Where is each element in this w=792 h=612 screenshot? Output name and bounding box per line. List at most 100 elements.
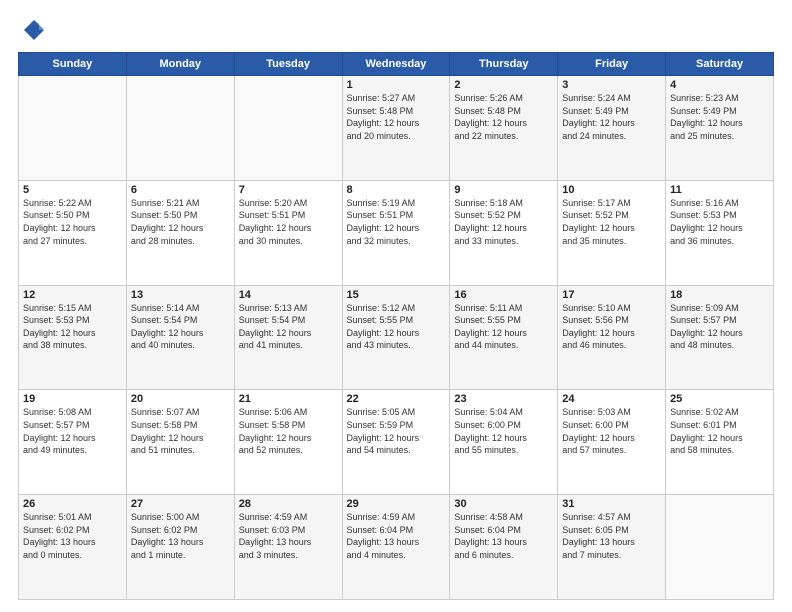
- calendar-cell: [666, 495, 774, 600]
- day-info: Sunrise: 5:21 AM Sunset: 5:50 PM Dayligh…: [131, 197, 230, 247]
- day-info: Sunrise: 5:23 AM Sunset: 5:49 PM Dayligh…: [670, 92, 769, 142]
- day-number: 28: [239, 498, 338, 510]
- calendar-cell: 13Sunrise: 5:14 AM Sunset: 5:54 PM Dayli…: [126, 285, 234, 390]
- day-number: 21: [239, 393, 338, 405]
- calendar-cell: 18Sunrise: 5:09 AM Sunset: 5:57 PM Dayli…: [666, 285, 774, 390]
- calendar-cell: 24Sunrise: 5:03 AM Sunset: 6:00 PM Dayli…: [558, 390, 666, 495]
- day-info: Sunrise: 5:13 AM Sunset: 5:54 PM Dayligh…: [239, 302, 338, 352]
- day-info: Sunrise: 5:19 AM Sunset: 5:51 PM Dayligh…: [347, 197, 446, 247]
- calendar-cell: 25Sunrise: 5:02 AM Sunset: 6:01 PM Dayli…: [666, 390, 774, 495]
- calendar-cell: 3Sunrise: 5:24 AM Sunset: 5:49 PM Daylig…: [558, 76, 666, 181]
- calendar-cell: 23Sunrise: 5:04 AM Sunset: 6:00 PM Dayli…: [450, 390, 558, 495]
- day-info: Sunrise: 4:59 AM Sunset: 6:03 PM Dayligh…: [239, 511, 338, 561]
- calendar-cell: 10Sunrise: 5:17 AM Sunset: 5:52 PM Dayli…: [558, 180, 666, 285]
- col-header-wednesday: Wednesday: [342, 53, 450, 76]
- calendar-cell: 2Sunrise: 5:26 AM Sunset: 5:48 PM Daylig…: [450, 76, 558, 181]
- calendar-cell: 19Sunrise: 5:08 AM Sunset: 5:57 PM Dayli…: [19, 390, 127, 495]
- calendar-cell: 4Sunrise: 5:23 AM Sunset: 5:49 PM Daylig…: [666, 76, 774, 181]
- calendar-cell: [19, 76, 127, 181]
- calendar-cell: 29Sunrise: 4:59 AM Sunset: 6:04 PM Dayli…: [342, 495, 450, 600]
- day-info: Sunrise: 5:07 AM Sunset: 5:58 PM Dayligh…: [131, 406, 230, 456]
- day-info: Sunrise: 5:17 AM Sunset: 5:52 PM Dayligh…: [562, 197, 661, 247]
- logo: [18, 16, 50, 44]
- calendar-cell: 15Sunrise: 5:12 AM Sunset: 5:55 PM Dayli…: [342, 285, 450, 390]
- calendar-week-row: 12Sunrise: 5:15 AM Sunset: 5:53 PM Dayli…: [19, 285, 774, 390]
- col-header-monday: Monday: [126, 53, 234, 76]
- calendar-week-row: 5Sunrise: 5:22 AM Sunset: 5:50 PM Daylig…: [19, 180, 774, 285]
- calendar-cell: 7Sunrise: 5:20 AM Sunset: 5:51 PM Daylig…: [234, 180, 342, 285]
- day-number: 26: [23, 498, 122, 510]
- day-info: Sunrise: 4:59 AM Sunset: 6:04 PM Dayligh…: [347, 511, 446, 561]
- calendar-cell: 9Sunrise: 5:18 AM Sunset: 5:52 PM Daylig…: [450, 180, 558, 285]
- page: SundayMondayTuesdayWednesdayThursdayFrid…: [0, 0, 792, 612]
- day-info: Sunrise: 5:00 AM Sunset: 6:02 PM Dayligh…: [131, 511, 230, 561]
- day-info: Sunrise: 5:16 AM Sunset: 5:53 PM Dayligh…: [670, 197, 769, 247]
- day-info: Sunrise: 5:20 AM Sunset: 5:51 PM Dayligh…: [239, 197, 338, 247]
- day-number: 14: [239, 289, 338, 301]
- calendar-cell: 1Sunrise: 5:27 AM Sunset: 5:48 PM Daylig…: [342, 76, 450, 181]
- day-number: 3: [562, 79, 661, 91]
- calendar-cell: 31Sunrise: 4:57 AM Sunset: 6:05 PM Dayli…: [558, 495, 666, 600]
- calendar-cell: 6Sunrise: 5:21 AM Sunset: 5:50 PM Daylig…: [126, 180, 234, 285]
- header: [18, 16, 774, 44]
- day-info: Sunrise: 5:03 AM Sunset: 6:00 PM Dayligh…: [562, 406, 661, 456]
- day-number: 23: [454, 393, 553, 405]
- calendar-cell: 26Sunrise: 5:01 AM Sunset: 6:02 PM Dayli…: [19, 495, 127, 600]
- day-number: 16: [454, 289, 553, 301]
- calendar-cell: 5Sunrise: 5:22 AM Sunset: 5:50 PM Daylig…: [19, 180, 127, 285]
- day-info: Sunrise: 4:57 AM Sunset: 6:05 PM Dayligh…: [562, 511, 661, 561]
- day-number: 25: [670, 393, 769, 405]
- calendar-cell: [234, 76, 342, 181]
- day-info: Sunrise: 5:04 AM Sunset: 6:00 PM Dayligh…: [454, 406, 553, 456]
- day-number: 31: [562, 498, 661, 510]
- calendar-cell: 17Sunrise: 5:10 AM Sunset: 5:56 PM Dayli…: [558, 285, 666, 390]
- day-info: Sunrise: 5:12 AM Sunset: 5:55 PM Dayligh…: [347, 302, 446, 352]
- day-info: Sunrise: 5:09 AM Sunset: 5:57 PM Dayligh…: [670, 302, 769, 352]
- day-number: 22: [347, 393, 446, 405]
- day-info: Sunrise: 5:15 AM Sunset: 5:53 PM Dayligh…: [23, 302, 122, 352]
- calendar-cell: 28Sunrise: 4:59 AM Sunset: 6:03 PM Dayli…: [234, 495, 342, 600]
- day-info: Sunrise: 5:05 AM Sunset: 5:59 PM Dayligh…: [347, 406, 446, 456]
- col-header-thursday: Thursday: [450, 53, 558, 76]
- day-number: 27: [131, 498, 230, 510]
- day-number: 30: [454, 498, 553, 510]
- day-number: 15: [347, 289, 446, 301]
- day-number: 11: [670, 184, 769, 196]
- day-number: 18: [670, 289, 769, 301]
- day-number: 17: [562, 289, 661, 301]
- calendar-cell: 30Sunrise: 4:58 AM Sunset: 6:04 PM Dayli…: [450, 495, 558, 600]
- calendar-cell: 20Sunrise: 5:07 AM Sunset: 5:58 PM Dayli…: [126, 390, 234, 495]
- calendar-week-row: 1Sunrise: 5:27 AM Sunset: 5:48 PM Daylig…: [19, 76, 774, 181]
- day-info: Sunrise: 5:10 AM Sunset: 5:56 PM Dayligh…: [562, 302, 661, 352]
- calendar-table: SundayMondayTuesdayWednesdayThursdayFrid…: [18, 52, 774, 600]
- col-header-sunday: Sunday: [19, 53, 127, 76]
- calendar-cell: 16Sunrise: 5:11 AM Sunset: 5:55 PM Dayli…: [450, 285, 558, 390]
- day-number: 1: [347, 79, 446, 91]
- day-number: 13: [131, 289, 230, 301]
- calendar-cell: 27Sunrise: 5:00 AM Sunset: 6:02 PM Dayli…: [126, 495, 234, 600]
- day-info: Sunrise: 5:18 AM Sunset: 5:52 PM Dayligh…: [454, 197, 553, 247]
- calendar-cell: 11Sunrise: 5:16 AM Sunset: 5:53 PM Dayli…: [666, 180, 774, 285]
- calendar-cell: 8Sunrise: 5:19 AM Sunset: 5:51 PM Daylig…: [342, 180, 450, 285]
- day-number: 10: [562, 184, 661, 196]
- calendar-cell: 22Sunrise: 5:05 AM Sunset: 5:59 PM Dayli…: [342, 390, 450, 495]
- day-info: Sunrise: 5:26 AM Sunset: 5:48 PM Dayligh…: [454, 92, 553, 142]
- day-info: Sunrise: 5:02 AM Sunset: 6:01 PM Dayligh…: [670, 406, 769, 456]
- day-info: Sunrise: 5:14 AM Sunset: 5:54 PM Dayligh…: [131, 302, 230, 352]
- col-header-saturday: Saturday: [666, 53, 774, 76]
- calendar-cell: [126, 76, 234, 181]
- calendar-week-row: 26Sunrise: 5:01 AM Sunset: 6:02 PM Dayli…: [19, 495, 774, 600]
- day-number: 4: [670, 79, 769, 91]
- day-number: 24: [562, 393, 661, 405]
- day-number: 6: [131, 184, 230, 196]
- calendar-cell: 12Sunrise: 5:15 AM Sunset: 5:53 PM Dayli…: [19, 285, 127, 390]
- day-number: 19: [23, 393, 122, 405]
- calendar-cell: 21Sunrise: 5:06 AM Sunset: 5:58 PM Dayli…: [234, 390, 342, 495]
- day-number: 8: [347, 184, 446, 196]
- day-info: Sunrise: 5:22 AM Sunset: 5:50 PM Dayligh…: [23, 197, 122, 247]
- day-info: Sunrise: 5:01 AM Sunset: 6:02 PM Dayligh…: [23, 511, 122, 561]
- day-number: 9: [454, 184, 553, 196]
- day-number: 20: [131, 393, 230, 405]
- col-header-tuesday: Tuesday: [234, 53, 342, 76]
- day-number: 12: [23, 289, 122, 301]
